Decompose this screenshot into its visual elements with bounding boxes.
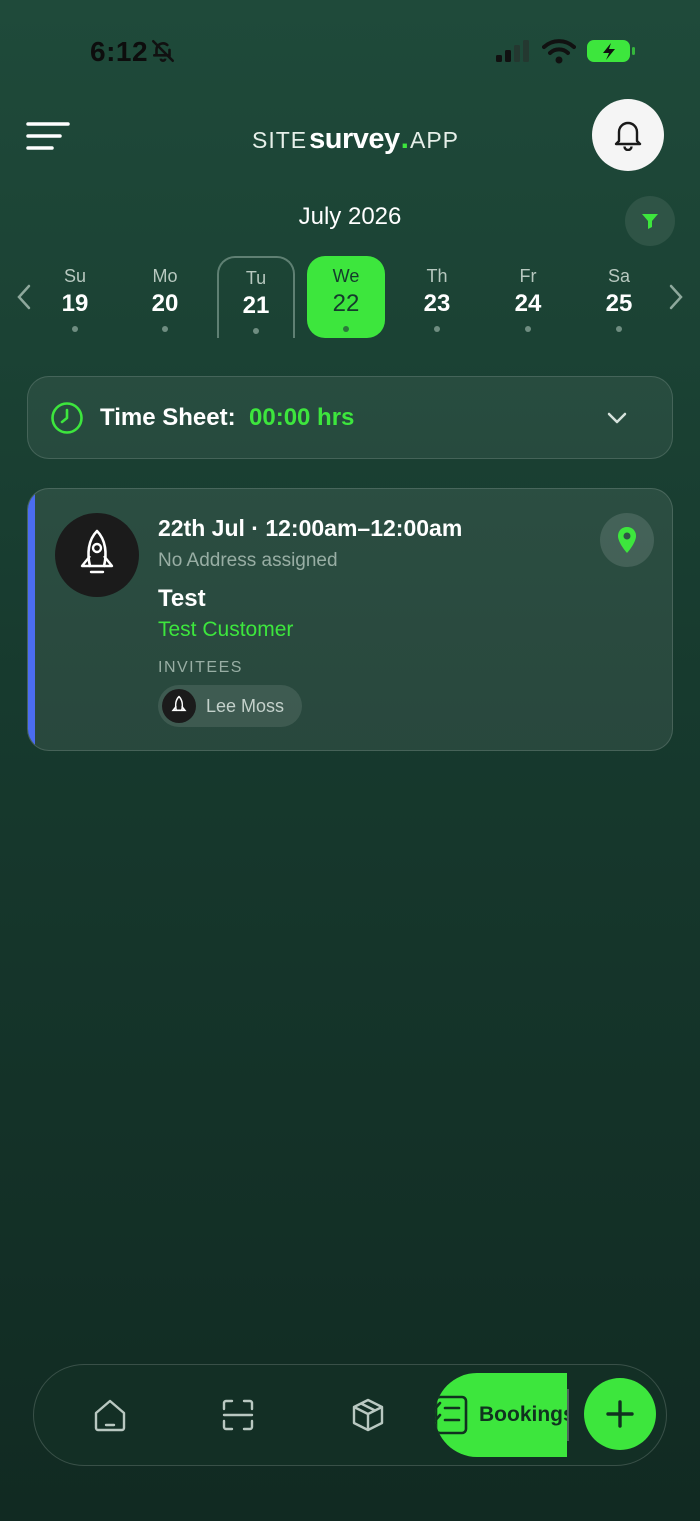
day-date: 19 <box>61 290 89 317</box>
invitees-label: INVITEES <box>158 659 243 676</box>
day-date: 23 <box>423 290 451 317</box>
invitee-avatar <box>162 689 196 723</box>
nav-divider <box>567 1389 569 1441</box>
day-indicator <box>434 326 440 332</box>
bell-icon <box>614 121 642 151</box>
filter-icon <box>642 214 658 229</box>
battery-icon <box>587 40 635 62</box>
invitee-chip[interactable]: Lee Moss <box>158 685 303 727</box>
invitee-name: Lee Moss <box>206 695 285 716</box>
day-name: Mo <box>152 266 178 286</box>
day-fr-24[interactable]: Fr 24 <box>489 256 567 338</box>
status-time: 6:12 <box>90 36 149 67</box>
signal-icon <box>496 40 529 62</box>
booking-customer-link[interactable]: Test Customer <box>158 618 293 642</box>
day-name: Th <box>426 266 448 286</box>
booking-title: Test <box>158 585 206 612</box>
day-name: Fr <box>519 266 537 286</box>
day-name: Sa <box>607 266 631 286</box>
menu-button[interactable] <box>26 118 72 154</box>
day-indicator <box>72 326 78 332</box>
next-week-arrow-icon[interactable] <box>666 283 686 311</box>
day-th-23[interactable]: Th 23 <box>398 256 476 338</box>
rocket-icon <box>80 529 114 574</box>
day-date: 25 <box>605 290 633 317</box>
day-date: 20 <box>151 290 179 317</box>
booking-avatar <box>55 513 139 597</box>
day-indicator <box>162 326 168 332</box>
day-indicator <box>616 326 622 332</box>
day-mo-20[interactable]: Mo 20 <box>126 256 204 338</box>
rocket-icon <box>171 695 187 712</box>
bookings-tab-label: Bookings <box>479 1403 567 1426</box>
day-name: Tu <box>245 268 267 288</box>
bookings-tab[interactable]: Bookings <box>435 1373 567 1457</box>
booking-status-bar <box>28 489 35 750</box>
scan-icon[interactable] <box>218 1395 258 1435</box>
add-button[interactable] <box>584 1378 656 1450</box>
day-date: 22 <box>332 290 360 317</box>
box-icon[interactable] <box>348 1395 388 1435</box>
booking-card[interactable]: 22th Jul · 12:00am–12:00am No Address as… <box>27 488 673 751</box>
chevron-down-icon <box>607 412 627 424</box>
plus-icon <box>606 1400 634 1428</box>
day-sa-25[interactable]: Sa 25 <box>580 256 658 338</box>
day-name: Su <box>63 266 87 286</box>
day-indicator <box>253 328 259 334</box>
timesheet-value: 00:00 hrs <box>249 404 355 431</box>
booking-datetime: 22th Jul · 12:00am–12:00am <box>158 515 463 541</box>
day-su-19[interactable]: Su 19 <box>36 256 114 338</box>
booking-address: No Address assigned <box>158 550 338 571</box>
notifications-button[interactable] <box>592 99 664 171</box>
day-name: We <box>332 266 360 286</box>
prev-week-arrow-icon[interactable] <box>14 283 34 311</box>
timesheet-card[interactable]: Time Sheet: 00:00 hrs <box>27 376 673 459</box>
bottom-nav: Bookings <box>33 1364 667 1466</box>
map-pin-icon <box>618 527 636 553</box>
home-icon[interactable] <box>90 1395 130 1435</box>
app-logo: SITE survey . APP <box>252 122 460 155</box>
timesheet-label: Time Sheet: <box>100 404 236 431</box>
month-title: July 2026 <box>298 203 402 230</box>
day-indicator <box>343 326 349 332</box>
day-date: 24 <box>514 290 542 317</box>
clock-icon <box>51 402 83 434</box>
location-button[interactable] <box>600 513 654 567</box>
wifi-icon <box>542 39 576 64</box>
filter-button[interactable] <box>625 196 675 246</box>
day-we-22-selected[interactable]: We 22 <box>307 256 385 338</box>
day-tu-21-today[interactable]: Tu 21 <box>217 256 295 338</box>
day-date: 21 <box>242 292 270 319</box>
bell-slash-icon <box>151 39 175 63</box>
day-indicator <box>525 326 531 332</box>
checklist-icon <box>435 1395 468 1435</box>
